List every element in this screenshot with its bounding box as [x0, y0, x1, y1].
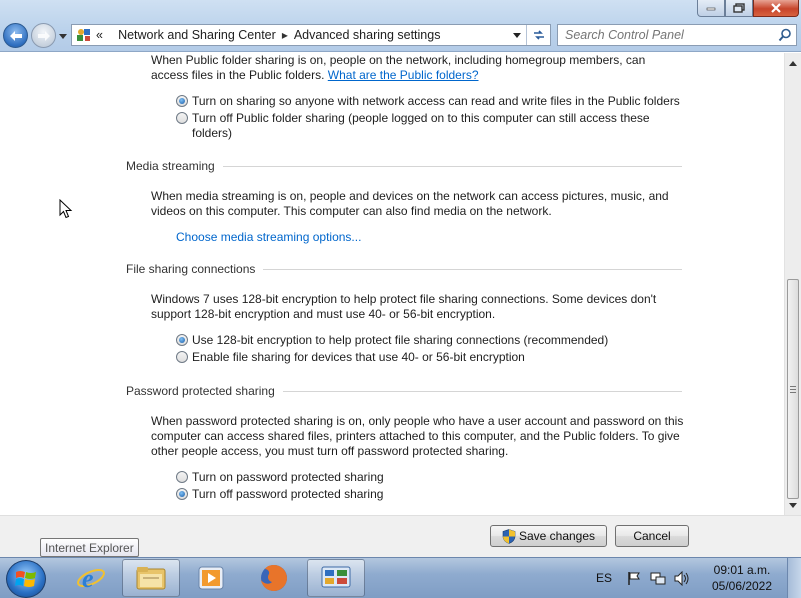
file-sharing-heading: File sharing connections — [126, 262, 682, 276]
vertical-scrollbar[interactable] — [784, 53, 801, 515]
password-sharing-description-line3: other people access, you must turn off p… — [151, 444, 509, 458]
back-arrow-icon — [9, 30, 22, 41]
action-center-flag-icon[interactable] — [624, 569, 644, 587]
divider — [263, 268, 682, 270]
radio-unselected-icon[interactable] — [176, 112, 188, 124]
refresh-icon — [533, 30, 544, 40]
windows-logo-icon — [15, 571, 36, 587]
close-button[interactable] — [753, 0, 799, 17]
taskbar-internet-explorer[interactable]: e — [62, 559, 120, 597]
taskbar: e ES 09:01 a.m. 05/06/2022 — [0, 557, 801, 598]
taskbar-windows-explorer[interactable] — [122, 559, 180, 597]
taskbar-firefox[interactable] — [245, 559, 303, 597]
chevron-down-icon — [59, 33, 67, 39]
public-folders-help-link[interactable]: What are the Public folders? — [328, 68, 479, 82]
breadcrumb-advanced-sharing[interactable]: Advanced sharing settings — [294, 28, 441, 42]
cancel-button[interactable]: Cancel — [615, 525, 689, 547]
taskbar-media-player[interactable] — [182, 559, 240, 597]
caption-buttons — [697, 0, 799, 17]
system-tray: ES — [596, 558, 696, 598]
save-changes-button[interactable]: Save changes — [490, 525, 607, 547]
media-streaming-description: When media streaming is on, people and d… — [151, 189, 669, 203]
search-input[interactable] — [565, 25, 775, 45]
clock[interactable]: 09:01 a.m. 05/06/2022 — [707, 562, 777, 594]
clock-time: 09:01 a.m. — [713, 563, 771, 577]
clock-date: 05/06/2022 — [711, 579, 773, 593]
file-sharing-description: Windows 7 uses 128-bit encryption to hel… — [151, 292, 657, 306]
encryption-40-56-option[interactable]: Enable file sharing for devices that use… — [176, 350, 525, 365]
file-sharing-description-line2: support 128-bit encryption and must use … — [151, 307, 496, 321]
address-bar[interactable]: « | Network and Sharing Center ▸ Advance… — [71, 24, 551, 46]
password-sharing-off-option[interactable]: Turn off password protected sharing — [176, 487, 383, 502]
media-player-icon — [198, 566, 224, 590]
arrow-down-icon — [789, 502, 797, 508]
recent-pages-dropdown[interactable] — [58, 31, 68, 41]
grip-icon — [790, 385, 796, 393]
svg-text:e: e — [82, 564, 94, 593]
refresh-button[interactable] — [526, 25, 550, 45]
mouse-cursor-icon — [59, 199, 73, 219]
divider — [222, 165, 682, 167]
arrow-up-icon — [789, 60, 797, 66]
password-sharing-on-option[interactable]: Turn on password protected sharing — [176, 470, 384, 485]
media-streaming-description-line2: videos on this computer. This computer c… — [151, 204, 552, 218]
scrollbar-thumb[interactable] — [787, 279, 799, 499]
breadcrumb-overflow[interactable]: « — [96, 28, 103, 42]
uac-shield-icon — [502, 528, 516, 544]
radio-unselected-icon[interactable] — [176, 351, 188, 363]
language-indicator[interactable]: ES — [596, 571, 624, 585]
password-sharing-description-line2: computer can access shared files, printe… — [151, 429, 680, 443]
password-sharing-heading: Password protected sharing — [126, 384, 682, 398]
back-button[interactable] — [3, 23, 28, 48]
close-icon — [771, 3, 781, 13]
internet-explorer-icon: e — [77, 564, 105, 593]
address-dropdown[interactable] — [510, 25, 524, 45]
public-folder-off-option[interactable]: Turn off Public folder sharing (people l… — [176, 111, 650, 141]
breadcrumb-separator-icon[interactable]: ▸ — [282, 28, 288, 42]
divider — [282, 390, 682, 392]
minimize-icon — [706, 7, 716, 11]
radio-selected-icon[interactable] — [176, 334, 188, 346]
forward-button[interactable] — [31, 23, 56, 48]
public-folder-description: When Public folder sharing is on, people… — [151, 53, 646, 67]
media-streaming-heading: Media streaming — [126, 159, 682, 173]
advanced-sharing-settings-panel: When Public folder sharing is on, people… — [0, 53, 784, 515]
chevron-down-icon — [513, 32, 521, 38]
maximize-button[interactable] — [725, 0, 753, 17]
radio-unselected-icon[interactable] — [176, 471, 188, 483]
minimize-button[interactable] — [697, 0, 725, 17]
restore-icon — [733, 3, 745, 13]
control-panel-icon — [77, 29, 90, 41]
firefox-icon — [261, 565, 287, 591]
taskbar-tooltip: Internet Explorer — [40, 538, 139, 557]
control-panel-icon — [321, 566, 351, 588]
folder-icon — [136, 567, 166, 590]
password-sharing-description: When password protected sharing is on, o… — [151, 414, 684, 428]
scroll-down-button[interactable] — [785, 497, 801, 513]
network-icon[interactable] — [648, 569, 668, 587]
radio-selected-icon[interactable] — [176, 95, 188, 107]
scroll-up-button[interactable] — [785, 55, 801, 71]
encryption-128-option[interactable]: Use 128-bit encryption to help protect f… — [176, 333, 608, 348]
forward-arrow-icon — [37, 30, 50, 41]
window-chrome: « | Network and Sharing Center ▸ Advance… — [0, 0, 801, 52]
public-folder-description-line2: access files in the Public folders. What… — [151, 68, 479, 82]
public-folder-on-option[interactable]: Turn on sharing so anyone with network a… — [176, 94, 680, 109]
start-button[interactable] — [6, 560, 46, 598]
search-icon[interactable] — [778, 28, 792, 42]
radio-selected-icon[interactable] — [176, 488, 188, 500]
taskbar-control-panel[interactable] — [307, 559, 365, 597]
show-desktop-button[interactable] — [787, 558, 801, 598]
volume-icon[interactable] — [672, 569, 692, 587]
media-streaming-options-link[interactable]: Choose media streaming options... — [176, 230, 361, 244]
search-box[interactable] — [557, 24, 797, 46]
breadcrumb-network-sharing-center[interactable]: Network and Sharing Center — [118, 28, 276, 42]
